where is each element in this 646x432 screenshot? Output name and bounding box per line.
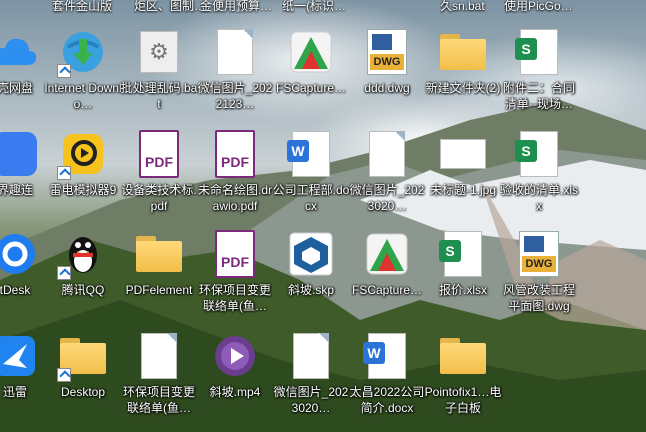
desktop-icon-slope-mp4[interactable]: 斜坡.mp4 bbox=[196, 326, 274, 424]
spreadsheet-icon: S bbox=[439, 231, 482, 277]
dwg-file-icon: DWG bbox=[367, 29, 407, 75]
docx-icon: W bbox=[287, 131, 330, 177]
icon-label: 环保项目变更联络单(鱼… bbox=[122, 385, 195, 415]
desktop-icon-quote-xlsx[interactable]: S 报价.xlsx bbox=[424, 224, 502, 322]
icon-label: 微信图片_2022123… bbox=[197, 81, 273, 111]
desktop-icon-ldplayer[interactable]: 雷电模拟器9 bbox=[44, 124, 122, 222]
desktop-icon-drawio-pdf[interactable]: PDF 未命名绘图.drawio.pdf bbox=[196, 124, 274, 222]
desktop-icon-pdfelement[interactable]: PDFelement bbox=[120, 224, 198, 322]
thunder-icon bbox=[0, 336, 35, 376]
desktop-icon-ddd-dwg[interactable]: DWG ddd.dwg bbox=[348, 22, 426, 120]
spreadsheet-icon: S bbox=[515, 131, 558, 177]
top-label-5[interactable]: 久sn.bat bbox=[440, 0, 510, 14]
icon-label: 批处理乱码.bat bbox=[120, 81, 198, 111]
desktop-background: 套件金山版 炬区、图制… 金便用预算… 纸一(标识… 久sn.bat 使用Pic… bbox=[0, 0, 646, 432]
todesk-icon bbox=[0, 234, 35, 274]
folder-icon bbox=[440, 34, 486, 70]
pdf-icon: PDF bbox=[139, 130, 179, 178]
desktop-icon-wechat-image-2[interactable]: 微信图片_2023020… bbox=[348, 124, 426, 222]
excel-badge: S bbox=[515, 38, 537, 60]
dwg-file-icon: DWG bbox=[519, 231, 559, 277]
desktop-icon-contract-list[interactable]: S 附件二：合同清单--现场… bbox=[500, 22, 578, 120]
icon-label: 设备类技术标.pdf bbox=[121, 183, 197, 213]
shortcut-arrow-icon bbox=[57, 266, 71, 280]
top-label-2[interactable]: 炬区、图制… bbox=[134, 0, 204, 14]
fscapture-icon bbox=[290, 31, 332, 73]
icon-label: 微信图片_2023020… bbox=[273, 385, 349, 415]
desktop-icon-qq[interactable]: 腾讯QQ bbox=[44, 224, 122, 322]
icon-label: 斜坡.skp bbox=[287, 283, 334, 297]
top-label-1[interactable]: 套件金山版 bbox=[52, 0, 122, 14]
desktop-icon-batch-file[interactable]: ⚙ 批处理乱码.bat bbox=[120, 22, 198, 120]
icon-label: 附件二：合同清单--现场… bbox=[502, 81, 575, 111]
desktop-icon-fscapture-2[interactable]: FSCapture… bbox=[348, 224, 426, 322]
icon-label: 公司工程部.docx bbox=[272, 183, 350, 213]
desktop-icon-new-folder-2[interactable]: 新建文件夹(2) bbox=[424, 22, 502, 120]
shortcut-arrow-icon bbox=[57, 166, 71, 180]
icon-label: Pointofix1…电子白板 bbox=[424, 385, 502, 415]
icon-label: 微信图片_2023020… bbox=[349, 183, 425, 213]
pdf-icon: PDF bbox=[215, 230, 255, 278]
folder-icon bbox=[136, 236, 182, 272]
spreadsheet-icon: S bbox=[515, 29, 558, 75]
icon-label: 雷电模拟器9 bbox=[49, 183, 117, 197]
icon-label: ddd.dwg bbox=[364, 81, 410, 95]
icon-label: 报价.xlsx bbox=[438, 283, 487, 297]
icon-label: 环保项目变更联络单(鱼… bbox=[198, 283, 271, 313]
batch-file-gear-icon: ⚙ bbox=[140, 31, 178, 73]
icon-label: FSCapture… bbox=[275, 81, 347, 95]
word-badge: W bbox=[363, 342, 385, 364]
desktop-icon-desktop-folder[interactable]: Desktop bbox=[44, 326, 122, 424]
sketchup-icon bbox=[289, 232, 333, 276]
icon-label: Internet Downlo… bbox=[44, 81, 122, 111]
fscapture-icon bbox=[366, 233, 408, 275]
top-label-3[interactable]: 金便用预算… bbox=[200, 0, 272, 14]
icon-label: PDFelement bbox=[125, 283, 193, 297]
icon-label: 斜坡.mp4 bbox=[209, 385, 261, 399]
icon-label: 风管改装工程平面图.dwg bbox=[502, 283, 575, 313]
desktop-icon-internet-download-manager[interactable]: Internet Downlo… bbox=[44, 22, 122, 120]
shortcut-arrow-icon bbox=[57, 368, 71, 382]
desktop-icon-slope-skp[interactable]: 斜坡.skp bbox=[272, 224, 350, 322]
folder-icon bbox=[440, 338, 486, 374]
icon-label: 太昌2022公司简介.docx bbox=[349, 385, 425, 415]
desktop-icon-pointofix[interactable]: Pointofix1…电子白板 bbox=[424, 326, 502, 424]
desktop-icon-env-project-doc[interactable]: 环保项目变更联络单(鱼… bbox=[120, 326, 198, 424]
excel-badge: S bbox=[515, 140, 537, 162]
desktop-icon-equipment-pdf[interactable]: PDF 设备类技术标.pdf bbox=[120, 124, 198, 222]
desktop-icon-wechat-image-3[interactable]: 微信图片_2023020… bbox=[272, 326, 350, 424]
icon-label: 未标题-1.jpg bbox=[429, 183, 497, 197]
desktop-icon-company-docx[interactable]: W 公司工程部.docx bbox=[272, 124, 350, 222]
video-play-icon bbox=[215, 336, 255, 376]
shortcut-arrow-icon bbox=[57, 64, 71, 78]
icon-label: 新建文件夹(2) bbox=[425, 81, 501, 95]
icon-label: FSCapture… bbox=[351, 283, 423, 297]
desktop-icon-company-intro-docx[interactable]: W 太昌2022公司简介.docx bbox=[348, 326, 426, 424]
desktop-icon-env-project-pdf[interactable]: PDF 环保项目变更联络单(鱼… bbox=[196, 224, 274, 322]
desktop-icon-fscapture-1[interactable]: FSCapture… bbox=[272, 22, 350, 120]
cloud-icon bbox=[0, 38, 37, 65]
icon-label: 未命名绘图.drawio.pdf bbox=[197, 183, 272, 213]
word-badge: W bbox=[287, 140, 309, 162]
desktop-icon-wechat-image-1[interactable]: 微信图片_2022123… bbox=[196, 22, 274, 120]
document-icon bbox=[141, 333, 177, 379]
icon-label: Desktop bbox=[60, 385, 106, 399]
excel-badge: S bbox=[439, 240, 461, 262]
desktop-icon-acceptance-xlsx[interactable]: S 验收的清单.xlsx bbox=[500, 124, 578, 222]
docx-icon: W bbox=[363, 333, 406, 379]
pdf-icon: PDF bbox=[215, 130, 255, 178]
icon-label: 验收的清单.xlsx bbox=[500, 183, 579, 213]
image-file-icon bbox=[217, 29, 253, 75]
desktop-icon-untitled-jpg[interactable]: 未标题-1.jpg bbox=[424, 124, 502, 222]
dwg-badge: DWG bbox=[522, 256, 556, 272]
image-file-icon bbox=[293, 333, 329, 379]
top-label-4[interactable]: 纸一(标识… bbox=[282, 0, 354, 14]
send-app-icon bbox=[0, 132, 37, 176]
icon-label: 腾讯QQ bbox=[61, 283, 105, 297]
dwg-badge: DWG bbox=[370, 54, 404, 70]
desktop-icon-duct-dwg[interactable]: DWG 风管改装工程平面图.dwg bbox=[500, 224, 578, 322]
image-file-icon bbox=[440, 139, 486, 169]
top-label-6[interactable]: 使用PicGo… bbox=[504, 0, 584, 14]
image-file-icon bbox=[369, 131, 405, 177]
